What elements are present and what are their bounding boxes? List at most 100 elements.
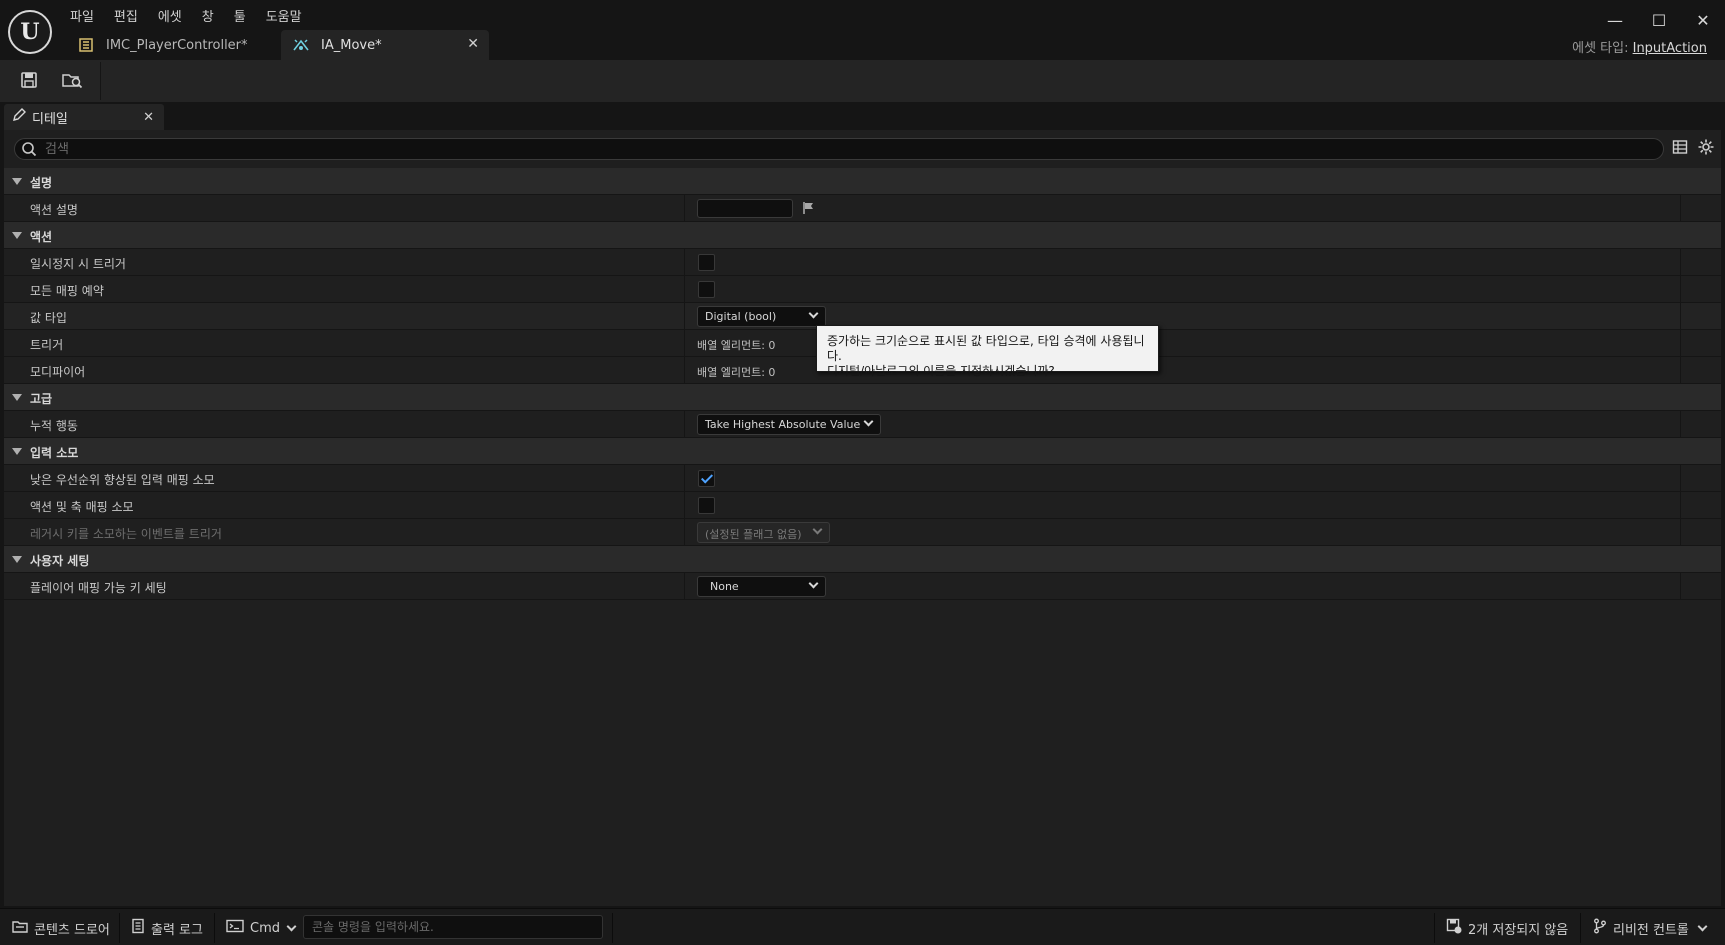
category-input-consumption[interactable]: 입력 소모 bbox=[4, 438, 1721, 465]
console-icon bbox=[226, 919, 244, 937]
cmd-dropdown[interactable]: Cmd bbox=[226, 917, 297, 939]
content-drawer-button[interactable]: 콘텐츠 드로어 bbox=[12, 917, 110, 939]
details-tab[interactable]: 디테일 ✕ bbox=[4, 104, 164, 130]
column-splitter[interactable] bbox=[684, 492, 685, 519]
category-label: 사용자 세팅 bbox=[30, 554, 90, 568]
chevron-down-icon bbox=[808, 308, 819, 319]
property-label: 모든 매핑 예약 bbox=[30, 284, 104, 298]
close-icon[interactable]: ✕ bbox=[143, 110, 154, 125]
property-row-consume-lower-priority: 낮은 우선순위 향상된 입력 매핑 소모 bbox=[4, 465, 1721, 492]
category-advanced[interactable]: 고급 bbox=[4, 384, 1721, 411]
chevron-down-icon bbox=[1697, 921, 1708, 931]
gear-icon[interactable] bbox=[1697, 138, 1715, 159]
category-user-settings[interactable]: 사용자 세팅 bbox=[4, 546, 1721, 573]
trigger-when-paused-checkbox[interactable] bbox=[698, 254, 715, 271]
reserve-all-mappings-checkbox[interactable] bbox=[698, 281, 715, 298]
localization-flag-icon[interactable] bbox=[802, 201, 816, 218]
property-row-consume-action-axis: 액션 및 축 매핑 소모 bbox=[4, 492, 1721, 519]
column-splitter[interactable] bbox=[684, 195, 685, 222]
expand-arrow-icon bbox=[12, 448, 22, 455]
value-type-tooltip: 증가하는 크기순으로 표시된 값 타입으로, 타입 승격에 사용됩니다. 디지털… bbox=[816, 325, 1159, 378]
unreal-logo-icon[interactable]: U bbox=[8, 10, 52, 54]
output-log-button[interactable]: 출력 로그 bbox=[131, 917, 203, 939]
browse-asset-button[interactable] bbox=[56, 67, 88, 95]
unsaved-assets-button[interactable]: 2개 저장되지 않음 bbox=[1446, 917, 1568, 939]
column-splitter[interactable] bbox=[684, 330, 685, 357]
menu-edit[interactable]: 편집 bbox=[104, 4, 148, 26]
browse-folder-icon bbox=[61, 71, 83, 92]
column-splitter bbox=[1680, 357, 1681, 384]
menu-tools[interactable]: 툴 bbox=[224, 4, 256, 26]
expand-arrow-icon bbox=[12, 394, 22, 401]
column-splitter[interactable] bbox=[684, 519, 685, 546]
search-input[interactable] bbox=[45, 141, 1645, 157]
minimize-icon[interactable]: — bbox=[1593, 6, 1637, 34]
search-icon bbox=[21, 141, 37, 160]
close-icon[interactable]: ✕ bbox=[467, 36, 479, 52]
tab-label: IMC_PlayerController* bbox=[106, 37, 248, 53]
window-controls: — ☐ ✕ bbox=[1593, 6, 1725, 34]
menu-help[interactable]: 도움말 bbox=[256, 4, 312, 26]
asset-type: 에셋 타입: InputAction bbox=[1572, 37, 1707, 56]
asset-type-link[interactable]: InputAction bbox=[1633, 41, 1707, 56]
accumulation-value: Take Highest Absolute Value bbox=[705, 418, 861, 431]
property-label: 값 타입 bbox=[30, 311, 67, 325]
console-command-input[interactable] bbox=[303, 915, 603, 939]
toolbar bbox=[0, 60, 1725, 102]
property-label: 트리거 bbox=[30, 338, 64, 352]
expand-arrow-icon bbox=[12, 556, 22, 563]
column-splitter bbox=[1680, 519, 1681, 546]
close-window-icon[interactable]: ✕ bbox=[1681, 6, 1725, 34]
save-button[interactable] bbox=[13, 67, 45, 95]
tab-imc-playercontroller[interactable]: IMC_PlayerController* bbox=[66, 30, 276, 60]
tab-label: IA_Move* bbox=[321, 37, 382, 53]
category-action[interactable]: 액션 bbox=[4, 222, 1721, 249]
revision-control-label: 리비전 컨트롤 bbox=[1613, 922, 1689, 938]
category-description[interactable]: 설명 bbox=[4, 168, 1721, 195]
tab-ia-move[interactable]: IA_Move* ✕ bbox=[281, 30, 489, 60]
menu-window[interactable]: 창 bbox=[192, 4, 224, 26]
column-splitter[interactable] bbox=[684, 411, 685, 438]
revision-control-button[interactable]: 리비전 컨트롤 bbox=[1593, 917, 1708, 939]
title-bar: U 파일 편집 에셋 창 툴 도움말 IMC_PlayerController*… bbox=[0, 0, 1725, 60]
triggers-array-count: 배열 엘리먼트: 0 bbox=[697, 339, 776, 352]
column-splitter[interactable] bbox=[684, 249, 685, 276]
value-type-value: Digital (bool) bbox=[705, 310, 777, 323]
column-splitter[interactable] bbox=[684, 357, 685, 384]
asset-type-prefix: 에셋 타입: bbox=[1572, 41, 1629, 56]
pencil-icon bbox=[12, 108, 26, 126]
column-splitter bbox=[1680, 303, 1681, 330]
value-type-dropdown[interactable]: Digital (bool) bbox=[697, 306, 826, 327]
consume-action-axis-checkbox[interactable] bbox=[698, 497, 715, 514]
column-splitter bbox=[1680, 330, 1681, 357]
property-row-trigger-when-paused: 일시정지 시 트리거 bbox=[4, 249, 1721, 276]
property-label: 액션 설명 bbox=[30, 203, 78, 217]
property-label: 액션 및 축 매핑 소모 bbox=[30, 500, 134, 514]
divider bbox=[612, 913, 613, 943]
content-drawer-icon bbox=[12, 919, 28, 937]
chevron-down-icon bbox=[812, 524, 823, 535]
chevron-down-icon bbox=[286, 921, 297, 931]
column-splitter[interactable] bbox=[684, 465, 685, 492]
player-mappable-key-settings-dropdown[interactable]: None bbox=[697, 576, 826, 597]
column-splitter bbox=[1680, 411, 1681, 438]
menu-bar: 파일 편집 에셋 창 툴 도움말 bbox=[60, 4, 312, 26]
column-splitter[interactable] bbox=[684, 276, 685, 303]
property-matrix-icon[interactable] bbox=[1672, 139, 1688, 158]
column-splitter[interactable] bbox=[684, 303, 685, 330]
action-description-field[interactable] bbox=[697, 199, 793, 218]
menu-asset[interactable]: 에셋 bbox=[148, 4, 192, 26]
column-splitter[interactable] bbox=[684, 573, 685, 600]
divider bbox=[119, 913, 120, 943]
output-log-label: 출력 로그 bbox=[151, 922, 203, 938]
accumulation-behavior-dropdown[interactable]: Take Highest Absolute Value bbox=[697, 414, 881, 435]
property-label: 일시정지 시 트리거 bbox=[30, 257, 126, 271]
property-label: 모디파이어 bbox=[30, 365, 86, 379]
property-label: 플레이어 매핑 가능 키 세팅 bbox=[30, 581, 167, 595]
legacy-trigger-flags-dropdown: (설정된 플래그 없음) bbox=[697, 522, 830, 543]
maximize-icon[interactable]: ☐ bbox=[1637, 6, 1681, 34]
consume-lower-priority-checkbox[interactable] bbox=[698, 470, 715, 487]
menu-file[interactable]: 파일 bbox=[60, 4, 104, 26]
tooltip-line: 디지털/아날로그의 이름을 지정하시겠습니까? bbox=[827, 364, 1055, 378]
player-mappable-value: None bbox=[710, 580, 739, 593]
